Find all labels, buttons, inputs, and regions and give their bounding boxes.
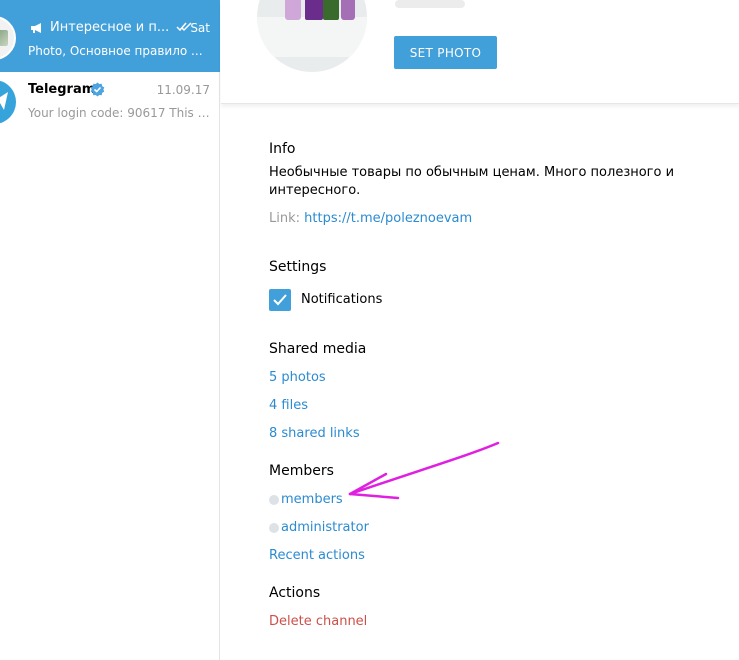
blurred-count xyxy=(269,494,279,505)
chat-preview: Photo, Основное правило ... xyxy=(28,44,203,58)
members-label: members xyxy=(281,492,343,507)
settings-heading: Settings xyxy=(269,259,327,275)
recent-actions-link[interactable]: Recent actions xyxy=(269,548,365,563)
delete-channel-link[interactable]: Delete channel xyxy=(269,614,367,629)
administrators-link[interactable]: administrator xyxy=(269,520,369,535)
notifications-checkbox[interactable] xyxy=(269,289,291,311)
chat-item-channel[interactable]: Интересное и п... Sat Photo, Основное пр… xyxy=(0,0,220,72)
notifications-label[interactable]: Notifications xyxy=(301,292,382,307)
channel-profile-panel: SET PHOTO Info Необычные товары по обычн… xyxy=(221,0,739,660)
chat-title: Telegram xyxy=(28,82,96,97)
administrator-label: administrator xyxy=(281,520,369,535)
shared-media-heading: Shared media xyxy=(269,341,367,357)
chat-time: Sat xyxy=(190,21,210,35)
channel-link-row: Link: https://t.me/poleznoevam xyxy=(269,211,472,226)
check-icon xyxy=(273,294,287,306)
actions-heading: Actions xyxy=(269,585,321,601)
profile-header: SET PHOTO xyxy=(221,0,739,104)
link-label: Link: xyxy=(269,211,301,226)
megaphone-icon xyxy=(31,23,41,33)
chat-title: Интересное и п... xyxy=(50,20,170,35)
channel-link[interactable]: https://t.me/poleznoevam xyxy=(304,211,472,226)
channel-description: Необычные товары по обычным ценам. Много… xyxy=(269,165,675,198)
shared-photos-link[interactable]: 5 photos xyxy=(269,370,326,385)
member-count-blurred xyxy=(395,0,465,8)
verified-badge-icon xyxy=(90,82,105,97)
telegram-avatar xyxy=(0,80,16,124)
blurred-count xyxy=(269,522,279,533)
channel-photo[interactable] xyxy=(257,0,367,72)
members-link[interactable]: members xyxy=(269,492,343,507)
chat-item-telegram[interactable]: Telegram 11.09.17 Your login code: 90617… xyxy=(0,72,220,130)
shared-files-link[interactable]: 4 files xyxy=(269,398,308,413)
chat-list-sidebar: Интересное и п... Sat Photo, Основное пр… xyxy=(0,0,220,660)
info-heading: Info xyxy=(269,141,296,157)
channel-avatar xyxy=(0,16,16,60)
shared-links-link[interactable]: 8 shared links xyxy=(269,426,360,441)
paper-plane-icon xyxy=(0,92,8,110)
chat-time: 11.09.17 xyxy=(156,83,210,97)
chat-preview: Your login code: 90617 This c... xyxy=(28,106,213,120)
members-heading: Members xyxy=(269,463,334,479)
set-photo-button[interactable]: SET PHOTO xyxy=(394,36,497,69)
